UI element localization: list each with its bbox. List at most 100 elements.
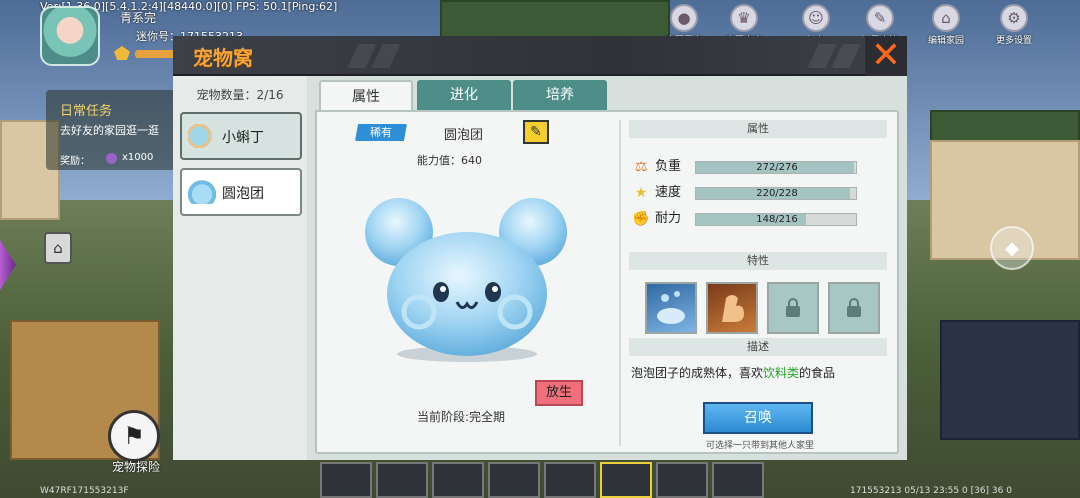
daily-task-title: 日常任务 bbox=[60, 104, 113, 119]
stat-label: 负重 bbox=[655, 159, 682, 174]
power-value: 能力值：640 bbox=[417, 152, 482, 168]
stat-label: 速度 bbox=[655, 185, 682, 200]
level-bar bbox=[135, 50, 175, 58]
pet-list-item[interactable]: 小蝌丁 bbox=[180, 112, 302, 160]
pet-explore-button[interactable]: ⚑ 宠物探险 bbox=[104, 410, 164, 474]
hotbar-slot[interactable] bbox=[432, 462, 484, 498]
stat-row-weight: ⚖ 负重 272/276 bbox=[631, 158, 891, 176]
pet-list-item-label: 小蝌丁 bbox=[222, 130, 264, 146]
trait-slot-strength[interactable] bbox=[706, 282, 758, 334]
close-button[interactable]: ✕ bbox=[865, 36, 907, 76]
player-avatar[interactable] bbox=[40, 6, 100, 66]
tree-block bbox=[440, 0, 670, 40]
daily-task-panel[interactable]: 日常任务 去好友的家园逛一逛 奖励： x1000 bbox=[46, 90, 186, 170]
stat-bar: 272/276 bbox=[695, 161, 857, 174]
tab-evolve[interactable]: 进化 bbox=[417, 80, 511, 110]
pet-count: 宠物数量：2/16 bbox=[196, 88, 284, 102]
pet-list-item-label: 圆泡团 bbox=[222, 186, 264, 202]
description-highlight: 饮料类 bbox=[763, 366, 800, 380]
edit-home-icon: ⌂ bbox=[932, 4, 960, 32]
menu-edit-home-label: 编辑家园 bbox=[928, 36, 965, 46]
tab-train[interactable]: 培养 bbox=[513, 80, 607, 110]
hotbar-slot[interactable] bbox=[320, 462, 372, 498]
summon-hint: 可选择一只带到其他人家里 bbox=[705, 441, 814, 451]
hotbar bbox=[320, 462, 764, 498]
stat-bar: 148/216 bbox=[695, 213, 857, 226]
pet-name: 圆泡团 bbox=[444, 128, 484, 143]
trait-slot-locked[interactable] bbox=[767, 282, 819, 334]
pet-action-button[interactable]: ◆ bbox=[990, 226, 1034, 270]
description-part: 的食品 bbox=[799, 366, 836, 380]
weight-icon: ⚖ bbox=[634, 159, 648, 175]
modal-header: 宠物窝 ✕ bbox=[173, 36, 907, 76]
lock-icon bbox=[847, 298, 861, 317]
stat-row-speed: ★ 速度 220/228 bbox=[631, 184, 891, 202]
stat-value: 220/228 bbox=[756, 188, 798, 199]
shop-icon: ♛ bbox=[730, 4, 758, 32]
tab-attributes[interactable]: 属性 bbox=[319, 80, 413, 110]
stat-value: 148/216 bbox=[756, 214, 798, 225]
current-stage: 当前阶段:完全期 bbox=[417, 410, 506, 424]
pencil-icon: ✎ bbox=[530, 124, 542, 140]
stat-row-stamina: ✊ 耐力 148/216 bbox=[631, 210, 891, 228]
rarity-badge: 稀有 bbox=[355, 124, 407, 141]
whale-icon bbox=[657, 291, 685, 324]
release-button[interactable]: 放生 bbox=[535, 380, 583, 406]
menu-settings-label: 更多设置 bbox=[996, 36, 1033, 46]
power-label: 能力值： bbox=[417, 154, 461, 167]
tadpole-icon bbox=[188, 124, 216, 148]
home-button[interactable]: ⌂ bbox=[44, 232, 72, 264]
friends-icon: ☺ bbox=[802, 4, 830, 32]
character-block bbox=[940, 320, 1080, 440]
lock-icon bbox=[786, 298, 800, 317]
muscle-icon bbox=[722, 295, 744, 322]
daily-task-reward-count: x1000 bbox=[122, 152, 154, 163]
pet-detail-panel: 属性 进化 培养 稀有 圆泡团 ✎ 能力值：640 放生 当前阶段:完全期 属性… bbox=[307, 76, 907, 460]
menu-edit-home[interactable]: ⌂ 编辑家园 bbox=[928, 4, 964, 46]
bubble-pet-icon bbox=[188, 180, 216, 204]
pet-list-panel: 宠物数量：2/16 小蝌丁 圆泡团 bbox=[173, 76, 307, 460]
hotbar-slot[interactable] bbox=[712, 462, 764, 498]
speed-icon: ★ bbox=[634, 185, 648, 201]
hotbar-slot[interactable] bbox=[544, 462, 596, 498]
stat-label: 耐力 bbox=[655, 211, 682, 226]
home-icon: ⌂ bbox=[53, 239, 63, 257]
stamina-icon: ✊ bbox=[632, 211, 650, 227]
stat-bar: 220/228 bbox=[695, 187, 857, 200]
pet-den-modal: 宠物窝 ✕ 宠物数量：2/16 小蝌丁 圆泡团 属性 进化 培养 稀有 圆泡团 … bbox=[173, 36, 907, 460]
rename-button[interactable]: ✎ bbox=[523, 120, 549, 144]
paw-flag-icon: ⚑ bbox=[108, 410, 160, 462]
hotbar-slot[interactable] bbox=[376, 462, 428, 498]
trait-slot-locked[interactable] bbox=[828, 282, 880, 334]
footer-left-text: W47RF171553213F bbox=[40, 486, 129, 496]
description-text: 泡泡团子的成熟体，喜欢饮料类的食品 bbox=[631, 364, 835, 381]
close-icon: ✕ bbox=[870, 35, 902, 76]
menu-settings[interactable]: ⚙ 更多设置 bbox=[996, 4, 1032, 46]
hotbar-slot[interactable] bbox=[488, 462, 540, 498]
description-part: 泡泡团子的成熟体，喜欢 bbox=[631, 366, 764, 380]
player-name: 青系完 bbox=[120, 11, 157, 25]
pet-model-image bbox=[365, 198, 567, 362]
traits-header: 特性 bbox=[629, 252, 887, 270]
description-header: 描述 bbox=[629, 338, 887, 356]
dog-icon: ◆ bbox=[1005, 237, 1019, 259]
daily-task-desc: 去好友的家园逛一逛 bbox=[60, 124, 159, 137]
content-divider bbox=[619, 120, 621, 446]
attributes-header: 属性 bbox=[629, 120, 887, 138]
pet-list-item[interactable]: 圆泡团 bbox=[180, 168, 302, 216]
header-stripe bbox=[831, 44, 861, 68]
power-number: 640 bbox=[461, 154, 482, 167]
record-icon: ✎ bbox=[866, 4, 894, 32]
fruit-icon: ● bbox=[670, 4, 698, 32]
gem-icon bbox=[106, 153, 117, 164]
hotbar-slot[interactable] bbox=[656, 462, 708, 498]
hotbar-slot[interactable] bbox=[600, 462, 652, 498]
daily-task-reward-label: 奖励： bbox=[60, 156, 90, 167]
attributes-content: 稀有 圆泡团 ✎ 能力值：640 放生 当前阶段:完全期 属性 ⚖ 负重 272… bbox=[315, 110, 899, 454]
trait-slot-bubble[interactable] bbox=[645, 282, 697, 334]
footer-right-text: 171553213 05/13 23:55 0 [36] 36 0 bbox=[850, 486, 1012, 496]
stat-value: 272/276 bbox=[756, 162, 798, 173]
settings-icon: ⚙ bbox=[1000, 4, 1028, 32]
summon-button[interactable]: 召唤 bbox=[703, 402, 813, 434]
pet-explore-label: 宠物探险 bbox=[111, 460, 160, 474]
